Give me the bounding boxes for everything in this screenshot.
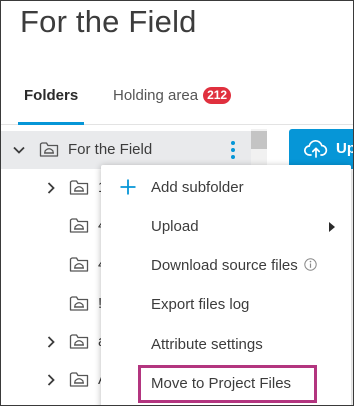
menu-item-label: Upload	[151, 218, 199, 235]
menu-item-download-source-files[interactable]: Download source files	[101, 246, 351, 284]
project-folder-icon	[69, 334, 89, 349]
menu-item-move-to-project-files[interactable]: Move to Project Files	[101, 364, 351, 402]
upload-button-label: Up	[336, 140, 354, 157]
app-frame: For the Field Folders Holding area 212 Fo…	[0, 0, 354, 406]
menu-item-label-wrap: Download source files	[151, 257, 317, 274]
chevron-right-icon[interactable]	[44, 373, 58, 387]
menu-item-export-files-log[interactable]: Export files log	[101, 285, 351, 323]
upload-button[interactable]: Up	[289, 129, 354, 169]
cloud-upload-icon	[304, 140, 328, 158]
tab-holding-area[interactable]: Holding area 212	[113, 87, 232, 104]
tab-folders-label: Folders	[24, 87, 79, 104]
menu-item-label: Export files log	[151, 296, 250, 313]
folder-context-menu: Add subfolder Upload Download source fil…	[101, 165, 351, 405]
menu-item-attribute-settings[interactable]: Attribute settings	[101, 325, 351, 363]
scrollbar-thumb[interactable]	[251, 131, 267, 149]
chevron-down-icon[interactable]	[12, 143, 26, 157]
tab-holding-area-label: Holding area	[113, 87, 199, 104]
holding-area-count-badge: 212	[203, 87, 232, 104]
menu-item-add-subfolder[interactable]: Add subfolder	[101, 168, 351, 206]
chevron-right-icon[interactable]	[44, 181, 58, 195]
tab-folders[interactable]: Folders	[24, 87, 78, 104]
submenu-caret-icon	[329, 222, 335, 232]
project-folder-icon	[69, 180, 89, 195]
project-folder-icon	[69, 372, 89, 387]
chevron-right-icon[interactable]	[44, 335, 58, 349]
project-folder-icon	[39, 142, 59, 157]
menu-item-upload[interactable]: Upload	[101, 207, 351, 245]
project-folder-icon	[69, 296, 89, 311]
tree-root-label: For the Field	[68, 141, 153, 158]
tree-row-root[interactable]: For the Field	[1, 131, 263, 169]
project-folder-icon	[69, 218, 89, 233]
menu-item-label: Move to Project Files	[151, 375, 292, 392]
plus-icon	[120, 179, 136, 195]
menu-item-label: Download source files	[151, 257, 298, 274]
tab-bar: Folders Holding area 212	[1, 83, 353, 125]
project-folder-icon	[69, 257, 89, 272]
page-title: For the Field	[20, 4, 197, 39]
menu-item-label: Attribute settings	[151, 336, 263, 353]
menu-item-label: Add subfolder	[151, 179, 244, 196]
more-options-icon[interactable]	[226, 139, 240, 161]
active-tab-indicator	[18, 122, 84, 125]
info-icon[interactable]	[304, 258, 317, 271]
